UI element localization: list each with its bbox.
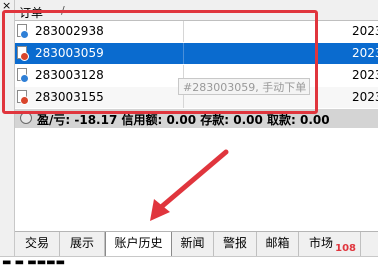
order-ticket: 283003128 — [35, 68, 104, 82]
table-row[interactable]: 283002938 2023 — [15, 21, 378, 42]
table-row-selected[interactable]: 283003059 2023 — [15, 43, 378, 64]
summary-row: 盈/亏: -18.17 信用额: 0.00 存款: 0.00 取款: 0.00 — [15, 109, 378, 128]
order-document-icon — [17, 24, 29, 39]
tab-market[interactable]: 市场 108 — [299, 232, 361, 256]
table-header: 订单 / — [15, 0, 378, 21]
close-icon[interactable]: × — [2, 0, 11, 11]
order-document-icon — [17, 68, 29, 83]
terminal-tab-bar: 交易 展示 账户历史 新闻 警报 邮箱 市场 108 — [15, 231, 378, 257]
order-document-icon — [17, 90, 29, 105]
summary-icon — [20, 112, 32, 124]
order-tooltip: #283003059, 手动下单 — [178, 78, 310, 95]
tab-mailbox[interactable]: 邮箱 — [257, 232, 299, 256]
tab-exposure[interactable]: 展示 — [60, 232, 105, 256]
order-ticket: 283002938 — [35, 24, 104, 38]
status-bar: ▬ ▬ ▬▬▬▬ — [0, 256, 378, 269]
order-date: 2023 — [352, 90, 378, 104]
order-document-icon — [17, 46, 29, 61]
order-date: 2023 — [352, 68, 378, 82]
column-header-order[interactable]: 订单 — [19, 4, 43, 21]
tab-trade[interactable]: 交易 — [15, 232, 60, 256]
order-ticket: 283003059 — [35, 46, 104, 60]
tab-account-history[interactable]: 账户历史 — [105, 232, 172, 257]
order-ticket: 283003155 — [35, 90, 104, 104]
order-date: 2023 — [352, 46, 378, 60]
summary-text: 盈/亏: -18.17 信用额: 0.00 存款: 0.00 取款: 0.00 — [37, 113, 330, 127]
order-date: 2023 — [352, 24, 378, 38]
tab-alerts[interactable]: 警报 — [214, 232, 257, 256]
sort-indicator-icon: / — [61, 4, 65, 17]
status-text: ▬ ▬ ▬▬▬▬ — [2, 257, 66, 268]
tab-news[interactable]: 新闻 — [172, 232, 214, 256]
left-side-bar: × — [0, 0, 15, 256]
